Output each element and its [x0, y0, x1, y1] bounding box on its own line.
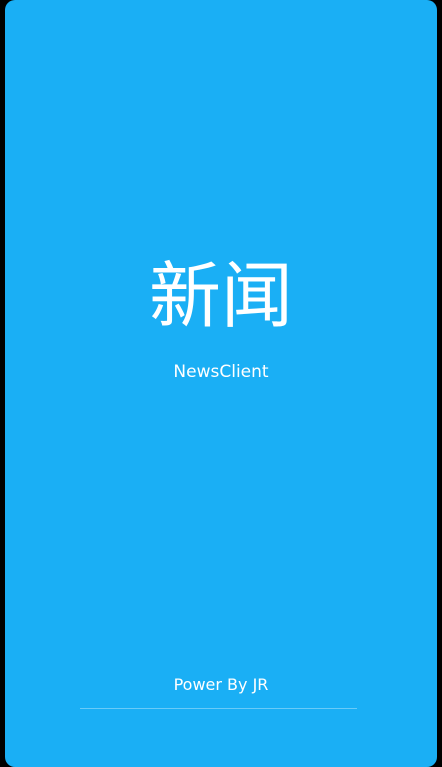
footer-credit: Power By JR: [173, 675, 269, 694]
app-subtitle: NewsClient: [173, 362, 269, 382]
footer-divider: [80, 708, 357, 709]
splash-screen: 新闻 NewsClient Power By JR: [5, 0, 437, 767]
app-title: 新闻: [148, 254, 293, 338]
